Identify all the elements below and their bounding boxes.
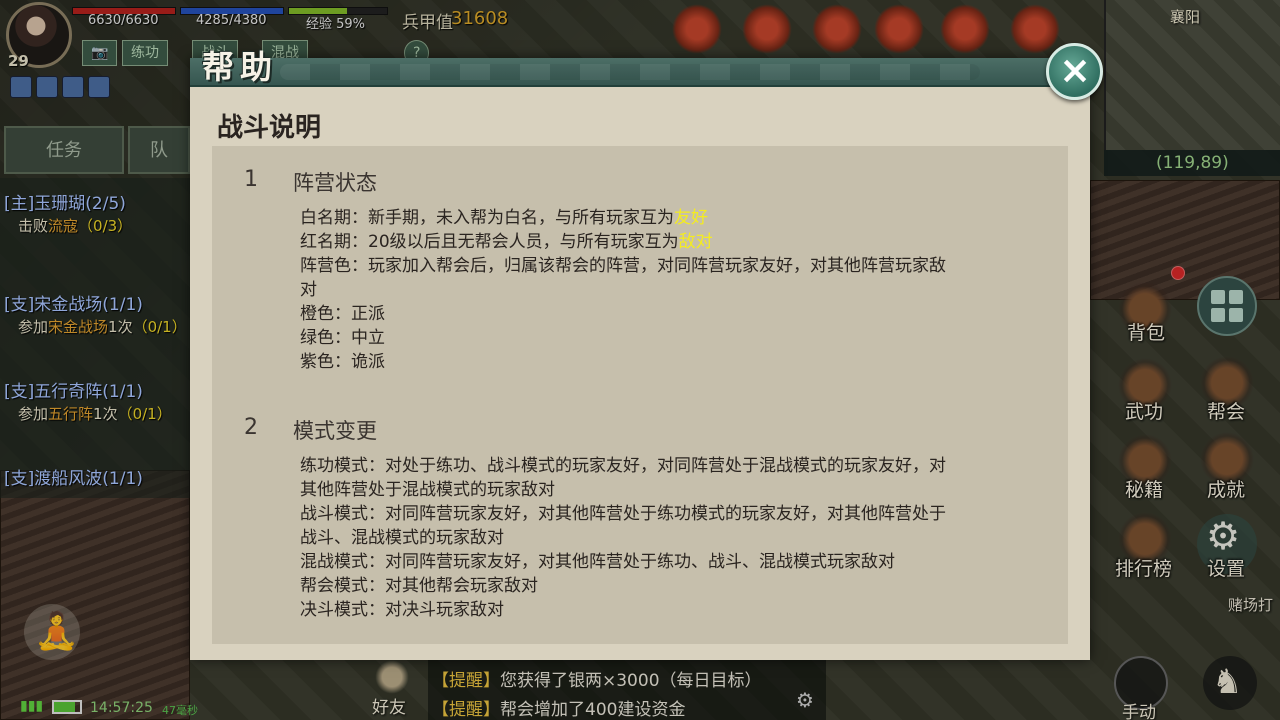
rule-line: 红名期：20级以后且无帮会人员，与所有玩家互为敌对	[300, 230, 713, 254]
dialog-title: 帮助	[202, 48, 279, 86]
rule-line: 练功模式：对处于练功、战斗模式的玩家友好，对同阵营处于混战模式的玩家友好，对	[300, 456, 946, 476]
rule-line: 橙色：正派	[300, 304, 385, 324]
rule-line: 紫色：诡派	[300, 352, 385, 372]
section-number: 1	[244, 167, 258, 192]
rule-line: 对	[300, 280, 317, 300]
rule-line: 决斗模式：对决斗玩家敌对	[300, 600, 504, 620]
section-number: 2	[244, 415, 258, 440]
section-heading: 模式变更	[293, 419, 377, 443]
dialog-header	[190, 58, 1090, 87]
rule-text: 红名期：20级以后且无帮会人员，与所有玩家互为	[300, 232, 679, 252]
rule-line: 战斗模式：对同阵营玩家友好，对其他阵营处于练功模式的玩家友好，对其他阵营处于	[300, 504, 946, 524]
rule-highlight: 友好	[674, 208, 708, 228]
rule-line: 白名期：新手期，未入帮为白名，与所有玩家互为友好	[300, 206, 708, 230]
close-icon[interactable]: ×	[1059, 48, 1091, 92]
section-heading: 阵营状态	[293, 171, 377, 195]
rule-line: 绿色：中立	[300, 328, 385, 348]
rule-line: 其他阵营处于混战模式的玩家敌对	[300, 480, 555, 500]
rule-line: 阵营色：玩家加入帮会后，归属该帮会的阵营，对同阵营玩家友好，对其他阵营玩家敌	[300, 256, 946, 276]
section-title: 战斗说明	[217, 113, 322, 143]
rule-line: 帮会模式：对其他帮会玩家敌对	[300, 576, 538, 596]
rule-line: 混战模式：对同阵营玩家友好，对其他阵营处于练功、战斗、混战模式玩家敌对	[300, 552, 895, 572]
rule-line: 战斗、混战模式的玩家敌对	[300, 528, 504, 548]
rule-highlight: 敌对	[678, 232, 713, 252]
rule-text: 白名期：新手期，未入帮为白名，与所有玩家互为	[300, 208, 674, 228]
